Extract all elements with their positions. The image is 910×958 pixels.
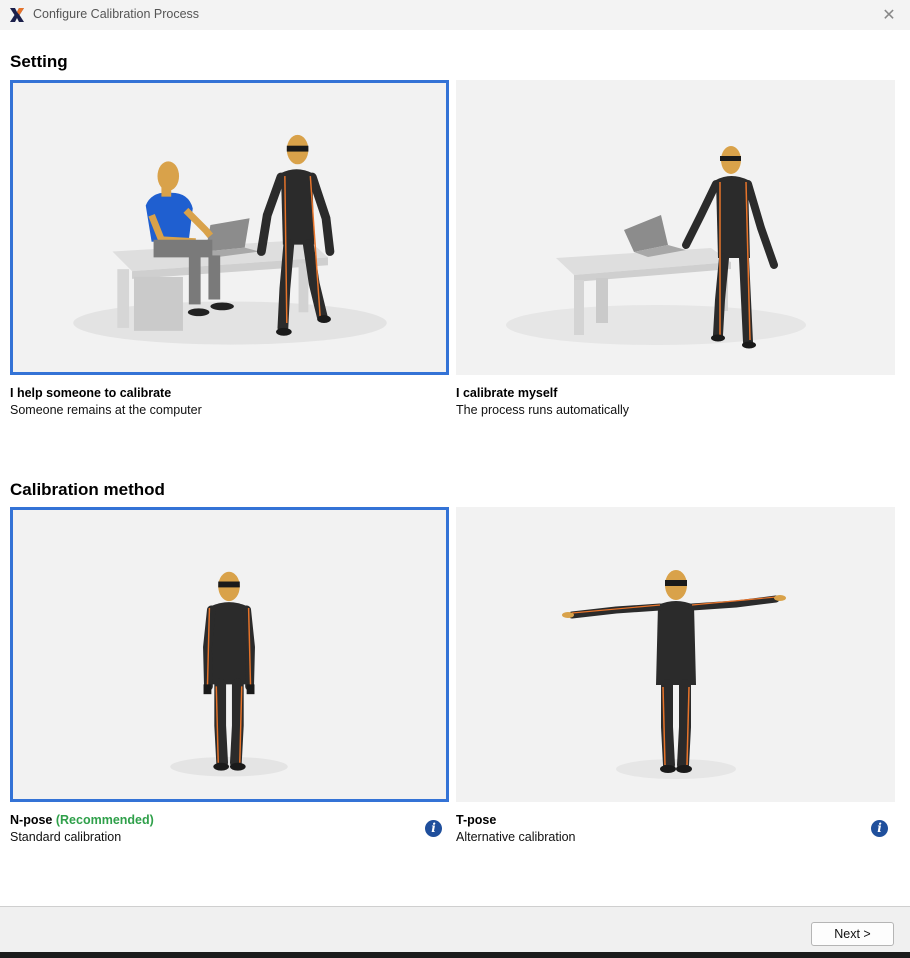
option-subtitle: The process runs automatically (456, 403, 629, 417)
setting-option-calibrate-myself[interactable] (456, 80, 895, 375)
next-button[interactable]: Next > (811, 922, 894, 946)
option-subtitle: Standard calibration (10, 830, 122, 844)
recommended-badge: (Recommended) (55, 813, 154, 827)
setting-caption-help-someone: I help someone to calibrate Someone rema… (10, 385, 202, 419)
method-caption-t-pose: T-pose Alternative calibration (456, 812, 576, 846)
dialog-footer: Next > (0, 906, 910, 953)
t-pose-illustration (562, 570, 786, 779)
n-pose-info-icon[interactable]: i (425, 820, 442, 837)
calibration-method-heading: Calibration method (10, 480, 165, 499)
setting-option-help-someone[interactable] (10, 80, 449, 375)
option-title: N-pose (10, 813, 53, 827)
method-option-t-pose[interactable] (456, 507, 895, 802)
t-pose-info-icon[interactable]: i (871, 820, 888, 837)
option-title: I calibrate myself (456, 386, 558, 400)
title-bar: Configure Calibration Process ✕ (0, 0, 910, 30)
option-title: I help someone to calibrate (10, 386, 172, 400)
setting-caption-calibrate-myself: I calibrate myself The process runs auto… (456, 385, 629, 419)
method-option-n-pose[interactable] (10, 507, 449, 802)
option-title: T-pose (456, 813, 497, 827)
close-icon: ✕ (882, 7, 896, 24)
help-someone-illustration (73, 134, 387, 345)
n-pose-illustration (170, 571, 288, 777)
method-caption-n-pose: N-pose (Recommended) Standard calibratio… (10, 812, 154, 846)
close-button[interactable]: ✕ (878, 4, 900, 26)
option-subtitle: Alternative calibration (456, 830, 576, 844)
window-title: Configure Calibration Process (33, 7, 200, 21)
calibrate-myself-illustration (506, 146, 806, 349)
app-logo-icon (10, 8, 24, 22)
option-subtitle: Someone remains at the computer (10, 403, 202, 417)
setting-heading: Setting (10, 52, 68, 71)
taskbar-edge (0, 952, 910, 958)
